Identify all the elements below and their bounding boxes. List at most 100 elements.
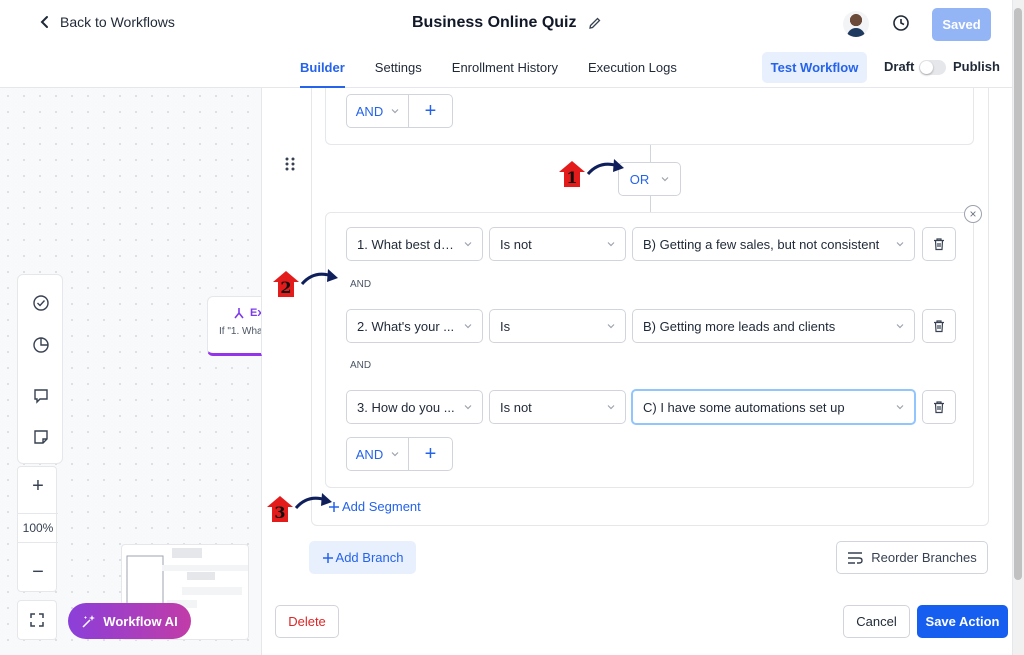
scrollbar-thumb[interactable] [1014,8,1022,580]
test-workflow-button[interactable]: Test Workflow [762,52,867,83]
connector-line [650,145,651,162]
top-bar: Back to Workflows Business Online Quiz S… [0,0,1012,88]
delete-condition-3-button[interactable] [922,390,956,424]
tab-execution-logs[interactable]: Execution Logs [588,52,677,88]
back-to-workflows-link[interactable]: Back to Workflows [38,14,175,30]
condition-3-field-select[interactable]: 3. How do you ... [346,390,483,424]
connector-line [650,196,651,212]
chevron-down-icon [607,324,615,329]
segment-2-add-condition-button[interactable]: + [409,438,452,470]
segment-1-add-condition-button[interactable]: + [409,95,452,127]
cancel-button[interactable]: Cancel [843,605,910,638]
branch-icon [234,308,244,319]
user-avatar[interactable] [843,11,869,37]
condition-2-field: 2. What's your ... [357,318,455,334]
trash-icon [934,238,944,251]
draft-label: Draft [884,59,915,74]
add-branch-label: Add Branch [335,550,404,565]
drag-handle-icon[interactable] [284,156,296,172]
workflow-title-text: Business Online Quiz [412,14,577,31]
annotation-number-3: 3 [274,503,286,522]
workflow-node[interactable]: Ex If "1. Wha [207,296,262,356]
condition-1-field: 1. What best de... [357,236,458,252]
or-dropdown[interactable]: OR [618,162,681,196]
segment-2-and-dropdown[interactable]: AND [347,438,409,470]
condition-3-operator-select[interactable]: Is not [489,390,626,424]
remove-segment-icon[interactable]: × [964,205,982,223]
segment-1-and-label: AND [355,103,384,119]
chevron-down-icon [661,177,669,182]
or-label: OR [629,171,650,187]
tab-builder[interactable]: Builder [300,52,345,88]
reorder-branches-label: Reorder Branches [871,550,977,565]
condition-1-operator-select[interactable]: Is not [489,227,626,261]
condition-1-field-select[interactable]: 1. What best de... [346,227,483,261]
condition-2-operator: Is [500,318,511,334]
annotation-arrow-icon [300,269,338,286]
condition-2-operator-select[interactable]: Is [489,309,626,343]
segment-1-add-group: AND + [346,94,453,128]
condition-1-value-select[interactable]: B) Getting a few sales, but not consiste… [632,227,915,261]
node-title: Ex [250,307,261,319]
zoom-out-button[interactable]: − [18,555,58,589]
node-subtitle: If "1. Wha [219,326,262,337]
add-branch-button[interactable]: Add Branch [309,541,416,574]
chevron-down-icon [607,405,615,410]
annotation-marker-1: 1 [558,160,586,188]
chevron-down-icon [464,324,472,329]
sparkle-icon [82,615,96,628]
chevron-left-icon [40,16,48,28]
history-icon[interactable] [892,14,910,32]
delete-condition-1-button[interactable] [922,227,956,261]
saved-button[interactable]: Saved [932,8,991,41]
chevron-down-icon [464,405,472,410]
delete-condition-2-button[interactable] [922,309,956,343]
add-segment-label: Add Segment [342,499,421,514]
tab-settings[interactable]: Settings [375,52,422,88]
save-action-button[interactable]: Save Action [917,605,1008,638]
segment-2-add-group: AND + [346,437,453,471]
condition-2-field-select[interactable]: 2. What's your ... [346,309,483,343]
annotation-arrow-icon [586,159,624,176]
reorder-branches-button[interactable]: Reorder Branches [836,541,988,574]
condition-1-value: B) Getting a few sales, but not consiste… [643,236,880,252]
chevron-down-icon [896,324,904,329]
condition-1-operator: Is not [500,236,532,252]
expand-icon [30,613,44,627]
tab-enrollment-history[interactable]: Enrollment History [452,52,558,88]
add-segment-button[interactable]: Add Segment [328,499,421,514]
workflow-ai-button[interactable]: Workflow AI [68,603,191,639]
condition-2-value: B) Getting more leads and clients [643,318,836,334]
fit-view-button[interactable] [17,600,57,640]
workflow-ai-label: Workflow AI [103,613,178,629]
pie-chart-icon[interactable] [32,336,50,354]
condition-connector-1: AND [350,279,372,290]
zoom-in-button[interactable]: + [18,469,58,503]
chevron-down-icon [391,109,399,114]
condition-3-field: 3. How do you ... [357,399,455,415]
back-label: Back to Workflows [60,14,175,30]
delete-button[interactable]: Delete [275,605,339,638]
plus-icon [322,552,333,563]
comment-icon[interactable] [32,387,50,405]
check-circle-icon[interactable] [32,294,50,312]
condition-3-value-select[interactable]: C) I have some automations set up [631,389,916,425]
chevron-down-icon [896,242,904,247]
trash-icon [934,320,944,333]
sticky-note-icon[interactable] [32,428,50,446]
chevron-down-icon [464,242,472,247]
publish-toggle[interactable] [919,60,946,75]
canvas-toolbar [17,274,63,464]
condition-connector-2: AND [350,360,372,371]
condition-3-value: C) I have some automations set up [643,399,845,415]
condition-2-value-select[interactable]: B) Getting more leads and clients [632,309,915,343]
pencil-icon[interactable] [588,16,602,30]
tab-bar: Builder Settings Enrollment History Exec… [300,52,707,88]
annotation-number-1: 1 [566,168,578,187]
segment-1-and-dropdown[interactable]: AND [347,95,409,127]
chevron-down-icon [391,452,399,457]
chevron-down-icon [607,242,615,247]
trash-icon [934,401,944,414]
segment-2-and-label: AND [355,446,384,462]
zoom-controls: + 100% − [17,466,58,592]
